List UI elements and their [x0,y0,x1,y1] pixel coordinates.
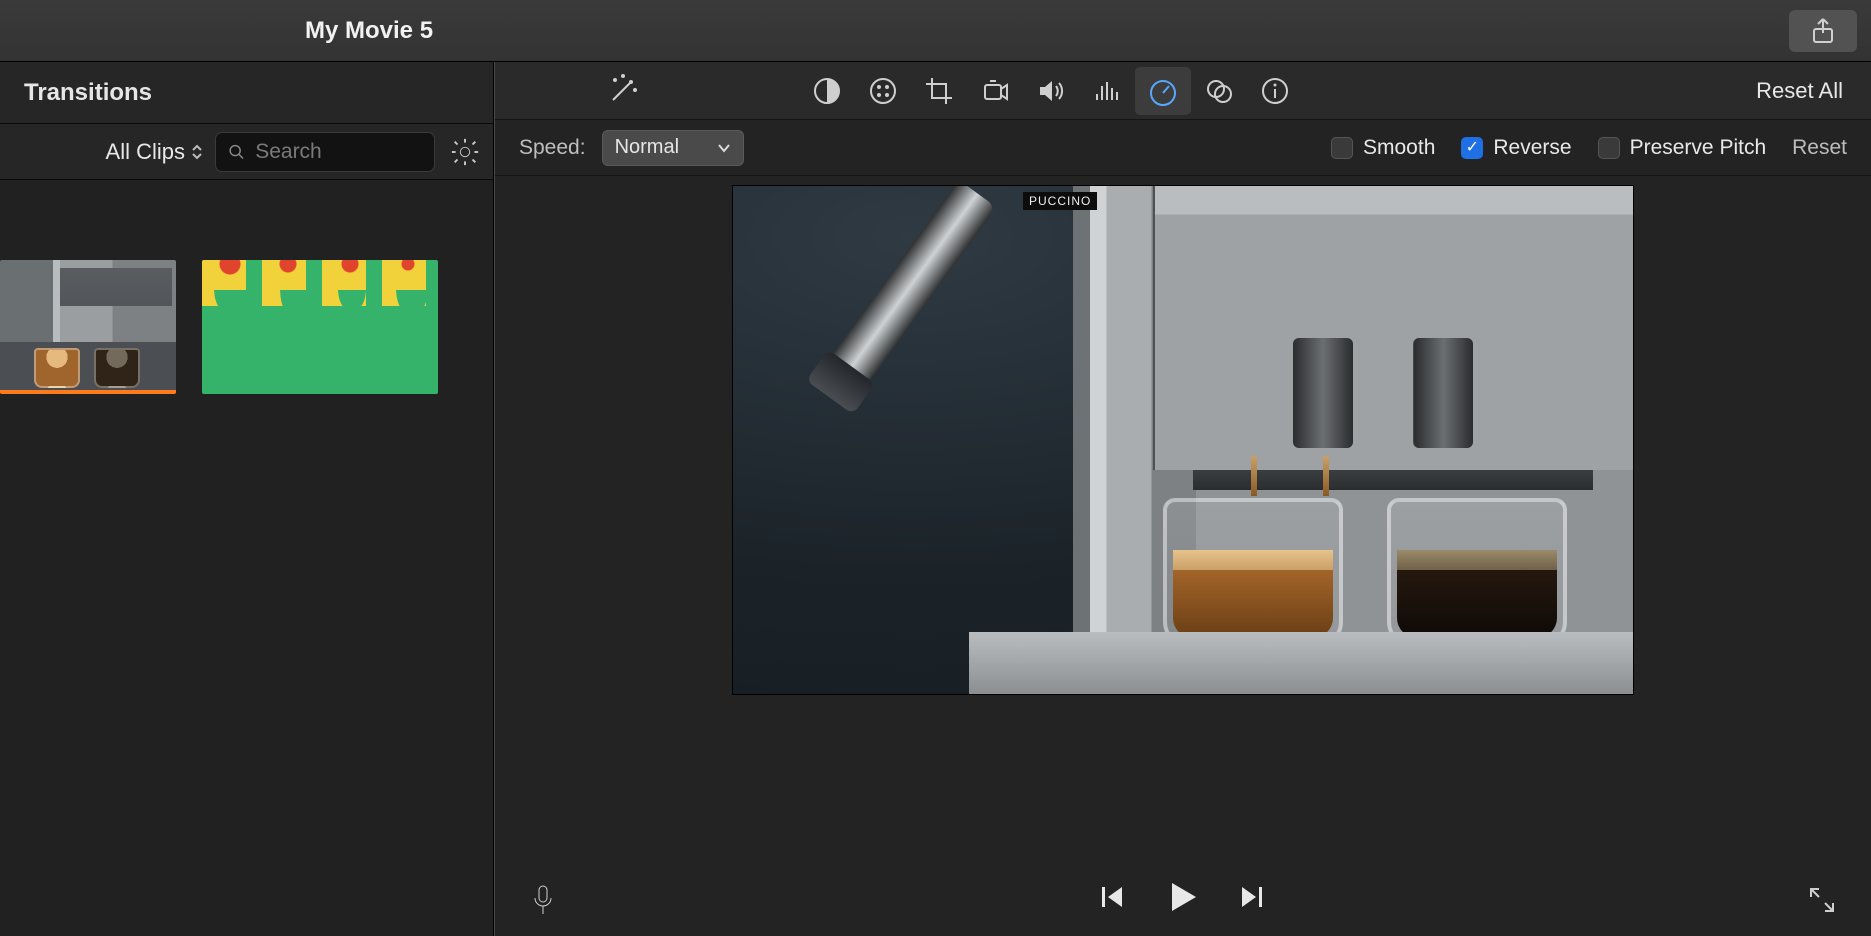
enhance-button[interactable] [595,74,649,108]
waveform-icon [202,260,438,306]
clip-filter-label: All Clips [106,139,185,165]
camera-icon [980,76,1010,106]
stabilization-tab[interactable] [967,67,1023,115]
preview-content [1283,338,1483,458]
voiceover-button[interactable] [523,884,563,916]
reverse-checkbox[interactable]: Reverse [1461,136,1571,160]
checkbox-icon [1598,137,1620,159]
speed-reset-button[interactable]: Reset [1792,136,1847,160]
app-window: My Movie 5 Transitions All Clips [0,0,1871,936]
clip-thumbnail-video[interactable] [0,260,176,394]
contrast-icon [812,76,842,106]
selection-underline [0,390,176,394]
playback-controls [1098,877,1266,923]
color-balance-tab[interactable] [799,67,855,115]
sidebar: Transitions All Clips [0,62,494,936]
preview-area: PUCCINO [495,176,1871,864]
preview-content [1323,456,1329,496]
microphone-icon [530,884,556,916]
palette-icon [868,76,898,106]
speed-value: Normal [615,136,679,159]
preserve-pitch-checkbox[interactable]: Preserve Pitch [1598,136,1767,160]
preview-content [1387,498,1567,648]
preserve-pitch-label: Preserve Pitch [1630,136,1767,160]
gear-icon [450,137,480,167]
inspector-toolbar: Reset All [495,62,1871,120]
effects-tab[interactable] [1191,67,1247,115]
chevron-down-icon [717,143,731,153]
search-input[interactable] [255,140,422,164]
search-icon [228,142,245,162]
speed-controls: Speed: Normal Smooth Reverse [495,120,1871,176]
sidebar-header: Transitions [0,62,493,124]
crop-tab[interactable] [911,67,967,115]
preview-content [1163,498,1343,648]
clips-area [0,180,493,936]
reset-all-button[interactable]: Reset All [1748,78,1851,104]
equalizer-icon [1092,76,1122,106]
info-tab[interactable] [1247,67,1303,115]
preview-content [969,632,1633,694]
play-icon [1162,877,1202,917]
speedometer-icon [1148,76,1178,106]
volume-tab[interactable] [1023,67,1079,115]
checkbox-checked-icon [1461,137,1483,159]
color-correction-tab[interactable] [855,67,911,115]
noise-reduction-tab[interactable] [1079,67,1135,115]
prev-button[interactable] [1098,883,1126,917]
skip-back-icon [1098,883,1126,911]
video-preview[interactable]: PUCCINO [733,186,1633,694]
settings-button[interactable] [447,134,483,170]
speed-label: Speed: [519,136,586,160]
thumbnail-content [0,260,176,342]
clip-thumbnail-audio[interactable] [202,260,438,394]
fullscreen-button[interactable] [1801,879,1843,921]
share-icon [1811,17,1835,45]
share-button[interactable] [1789,10,1857,52]
magic-wand-icon [605,74,639,108]
smooth-label: Smooth [1363,136,1435,160]
reverse-label: Reverse [1493,136,1571,160]
preview-content [1251,456,1257,496]
playback-bar [495,864,1871,936]
play-button[interactable] [1162,877,1202,923]
title-bar: My Movie 5 [0,0,1871,62]
clip-filter-dropdown[interactable]: All Clips [26,139,203,165]
speaker-icon [1036,76,1066,106]
thumbnail-content [0,342,176,394]
overlap-circles-icon [1204,76,1234,106]
skip-forward-icon [1238,883,1266,911]
filter-row: All Clips [0,124,493,180]
speed-dropdown[interactable]: Normal [602,130,744,166]
checkbox-icon [1331,137,1353,159]
next-button[interactable] [1238,883,1266,917]
smooth-checkbox[interactable]: Smooth [1331,136,1435,160]
project-title: My Movie 5 [305,17,433,45]
stepper-icon [191,144,203,160]
crop-icon [924,76,954,106]
search-box[interactable] [215,132,435,172]
speed-tab[interactable] [1135,67,1191,115]
speed-options: Smooth Reverse Preserve Pitch Reset [1331,136,1847,160]
info-icon [1260,76,1290,106]
main-area: Transitions All Clips [0,62,1871,936]
expand-icon [1807,885,1837,915]
preview-text: PUCCINO [1023,192,1097,210]
preview-panel: Reset All Speed: Normal Smooth Reverse [494,62,1871,936]
inspector-tabs [799,67,1303,115]
